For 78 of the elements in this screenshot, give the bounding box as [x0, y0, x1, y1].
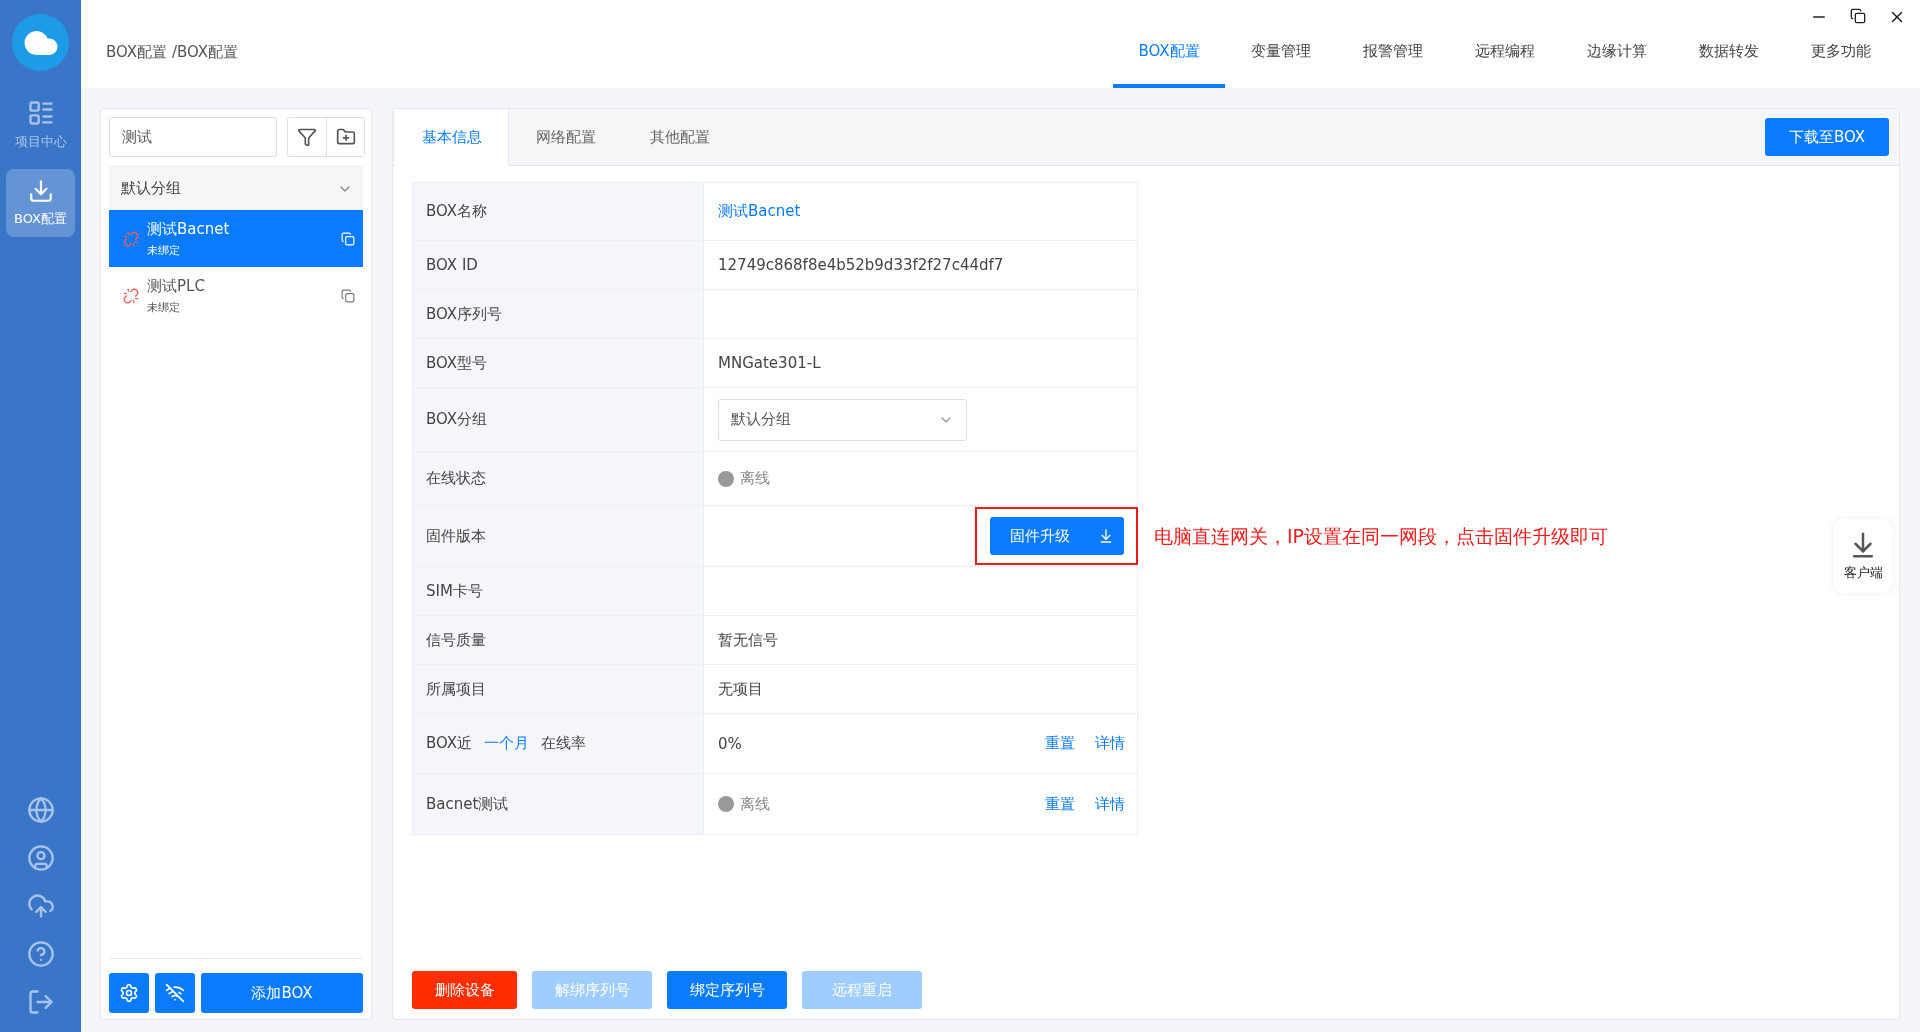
reset-link[interactable]: 重置	[1045, 734, 1075, 753]
field-label: 信号质量	[426, 630, 486, 650]
rail-item[interactable]: 项目中心	[6, 91, 75, 159]
download-icon	[27, 178, 54, 204]
field-label: BOX型号	[426, 353, 488, 373]
wifi-off-icon	[165, 983, 185, 1003]
client-button[interactable]: 客户端	[1833, 519, 1893, 593]
globe-icon[interactable]	[26, 796, 55, 824]
nav-tab[interactable]: 远程编程	[1449, 32, 1561, 88]
sub-tab[interactable]: 其他配置	[623, 109, 737, 165]
copy-icon[interactable]	[341, 231, 355, 246]
wifi-off-button[interactable]	[155, 973, 195, 1013]
broken-link-icon	[123, 230, 139, 247]
exit-icon[interactable]	[26, 988, 55, 1016]
reset-link[interactable]: 重置	[1045, 794, 1075, 814]
sub-tab[interactable]: 网络配置	[509, 109, 623, 165]
field-label: 在线状态	[426, 469, 486, 488]
filter-icon	[297, 127, 317, 147]
status-text: 离线	[740, 794, 770, 814]
field-value: 无项目	[718, 679, 763, 699]
device-status: 未绑定	[147, 299, 181, 315]
field-label: BOX分组	[426, 410, 488, 429]
nav-tab[interactable]: 更多功能	[1785, 32, 1897, 88]
device-name: 测试Bacnet	[147, 219, 231, 239]
details-link[interactable]: 详情	[1095, 794, 1125, 814]
nav-tab[interactable]: 数据转发	[1673, 32, 1785, 88]
action-button[interactable]: 删除设备	[412, 971, 517, 1009]
annotation-text: 电脑直连网关，IP设置在同一网段，点击固件升级即可	[1153, 523, 1609, 549]
nav-tab[interactable]: BOX配置	[1113, 32, 1225, 88]
field-label: BOX近	[426, 734, 473, 753]
list-icon	[26, 99, 55, 127]
field-label: 在线率	[541, 734, 587, 753]
add-folder-button[interactable]	[326, 118, 364, 156]
breadcrumb: BOX配置 /BOX配置	[106, 43, 239, 62]
period-link[interactable]: 一个月	[484, 734, 530, 753]
field-label: BOX序列号	[426, 304, 503, 324]
restore-icon[interactable]	[1850, 8, 1866, 24]
field-value: 12749c868f8e4b52b9d33f2f27c44df7	[718, 256, 1004, 274]
download-icon	[1098, 528, 1114, 544]
rail-label: BOX配置	[14, 210, 67, 228]
device-name: 测试PLC	[147, 276, 206, 296]
group-label: 默认分组	[121, 179, 181, 198]
group-select[interactable]: 默认分组	[718, 398, 967, 441]
nav-tab[interactable]: 边缘计算	[1561, 32, 1673, 88]
action-button[interactable]: 绑定序列号	[667, 971, 787, 1009]
field-label: Bacnet测试	[426, 794, 509, 814]
box-name-link[interactable]: 测试Bacnet	[718, 202, 801, 221]
field-value: 暂无信号	[718, 630, 778, 650]
device-item[interactable]: 测试Bacnet 未绑定	[109, 210, 363, 267]
user-icon[interactable]	[26, 844, 55, 872]
cloud-upload-icon[interactable]	[26, 892, 55, 920]
add-box-button[interactable]: 添加BOX	[201, 973, 363, 1013]
field-value: MNGate301-L	[718, 354, 821, 372]
help-icon[interactable]	[26, 940, 55, 968]
field-value: 0%	[718, 734, 742, 753]
rail-item[interactable]: BOX配置	[6, 169, 75, 237]
nav-tab[interactable]: 变量管理	[1225, 32, 1337, 88]
rail-label: 项目中心	[14, 133, 67, 151]
sub-tab[interactable]: 基本信息	[395, 109, 509, 166]
group-header[interactable]: 默认分组	[109, 166, 363, 210]
copy-icon[interactable]	[341, 288, 355, 303]
field-label: 所属项目	[426, 679, 486, 699]
status-text: 离线	[740, 469, 770, 488]
broken-link-icon	[123, 287, 139, 304]
search-field[interactable]: 测试	[109, 117, 277, 157]
nav-tab[interactable]: 报警管理	[1337, 32, 1449, 88]
firmware-upgrade-button[interactable]: 固件升级	[990, 517, 1124, 555]
settings-button[interactable]	[109, 973, 149, 1013]
field-label: SIM卡号	[426, 581, 483, 601]
details-link[interactable]: 详情	[1095, 734, 1125, 753]
cloud-logo-icon	[12, 14, 69, 71]
device-status: 未绑定	[147, 242, 181, 258]
settings-icon	[119, 983, 139, 1003]
download-to-box-button[interactable]: 下载至BOX	[1765, 118, 1889, 156]
field-label: BOX ID	[426, 256, 478, 274]
field-label: BOX名称	[426, 202, 488, 221]
folder-plus-icon	[335, 127, 356, 147]
field-label: 固件版本	[426, 526, 486, 546]
